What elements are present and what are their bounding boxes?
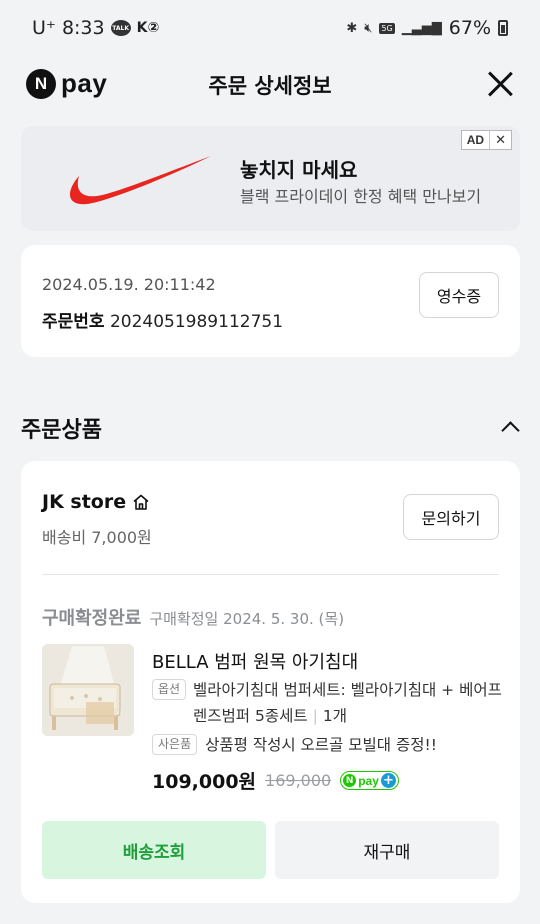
order-number: 주문번호 2024051989112751 <box>42 307 283 332</box>
plus-icon: + <box>380 773 396 788</box>
mute-icon: 🔇︎ <box>364 20 373 36</box>
order-number-label: 주문번호 <box>42 312 105 332</box>
option-value: 벨라아기침대 범퍼세트: 벨라아기침대 + 베어프렌즈범퍼 5종세트 <box>193 681 502 725</box>
carrier-label: U⁺ <box>32 17 56 39</box>
npay-badge-text: pay <box>358 773 379 788</box>
status-bar-right: ✱ 🔇︎ 5G ▁▃▅▇ 67% <box>346 17 508 39</box>
ad-title: 놓치지 마세요 <box>240 158 358 182</box>
app-header: N pay 주문 상세정보 <box>0 58 540 112</box>
order-status: 구매확정완료 구매확정일 2024. 5. 30. (목) <box>42 604 344 630</box>
bluetooth-icon: ✱ <box>346 20 358 36</box>
ad-banner[interactable]: 놓치지 마세요 블랙 프라이데이 한정 혜택 만나보기 AD ✕ <box>21 126 520 231</box>
gift-tag: 사은품 <box>152 734 198 755</box>
gift-text: 상품평 작성시 오르골 모빌대 증정!! <box>205 736 437 754</box>
product-name[interactable]: BELLA 범퍼 원목 아기침대 <box>152 648 358 674</box>
chevron-up-icon[interactable] <box>500 418 520 438</box>
ad-subtitle: 블랙 프라이데이 한정 혜택 만나보기 <box>240 187 482 206</box>
ad-close-icon[interactable]: ✕ <box>490 133 511 148</box>
option-row: 옵션 벨라아기침대 범퍼세트: 벨라아기침대 + 베어프렌즈범퍼 5종세트 | 1개 <box>152 677 502 731</box>
clock: 8:33 <box>61 17 105 39</box>
npay-badge-n: N <box>343 774 357 787</box>
section-title: 주문상품 <box>21 418 102 443</box>
ad-badge: AD ✕ <box>460 130 512 150</box>
action-buttons: 배송조회 재구매 <box>42 821 499 879</box>
gift-row: 사은품 상품평 작성시 오르골 모빌대 증정!! <box>152 732 502 758</box>
product-thumbnail[interactable] <box>42 644 134 736</box>
order-datetime: 2024.05.19. 20:11:42 <box>42 275 216 294</box>
order-number-value: 2024051989112751 <box>109 312 284 332</box>
crib-image-icon <box>42 644 134 736</box>
track-delivery-button[interactable]: 배송조회 <box>42 821 266 879</box>
nike-swoosh-icon <box>69 156 211 205</box>
ad-label: AD <box>462 131 491 149</box>
option-tag: 옵션 <box>152 679 187 700</box>
close-icon[interactable] <box>484 68 516 100</box>
home-icon <box>133 494 149 510</box>
battery-percent: 67% <box>448 17 491 39</box>
status-bar: U⁺ 8:33 TALK K② ✱ 🔇︎ 5G ▁▃▅▇ 67% <box>0 0 540 58</box>
option-quantity: 1개 <box>322 707 347 725</box>
option-text: 벨라아기침대 범퍼세트: 벨라아기침대 + 베어프렌즈범퍼 5종세트 | 1개 <box>193 677 503 729</box>
inquiry-button[interactable]: 문의하기 <box>403 494 499 540</box>
battery-icon <box>498 20 508 36</box>
kakaotalk-icon: TALK <box>110 20 131 36</box>
original-price: 169,000 <box>265 771 332 790</box>
divider <box>42 574 499 575</box>
shipping-fee: 배송비 7,000원 <box>42 528 152 547</box>
price: 109,000원 <box>152 771 257 793</box>
order-info-card: 2024.05.19. 20:11:42 주문번호 20240519891127… <box>21 245 520 357</box>
signal-icon: ▁▃▅▇ <box>401 20 442 36</box>
price-row: 109,000원 169,000 N pay + <box>152 767 399 794</box>
option-separator: | <box>312 707 318 725</box>
receipt-button[interactable]: 영수증 <box>419 272 499 318</box>
product-card: JK store 배송비 7,000원 문의하기 구매확정완료 구매확정일 20… <box>21 461 520 903</box>
page-title: 주문 상세정보 <box>208 74 332 98</box>
status-label: 구매확정완료 <box>42 608 142 629</box>
network-type-icon: 5G <box>379 22 395 34</box>
store-name-text: JK store <box>42 491 127 513</box>
status-bar-left: U⁺ 8:33 TALK K② <box>32 17 159 39</box>
status-date: 구매확정일 2024. 5. 30. (목) <box>149 610 345 628</box>
rebuy-button[interactable]: 재구매 <box>275 821 499 879</box>
notification-icon: K② <box>136 20 160 36</box>
npay-plus-badge: N pay + <box>340 771 399 790</box>
store-name[interactable]: JK store <box>42 491 150 513</box>
